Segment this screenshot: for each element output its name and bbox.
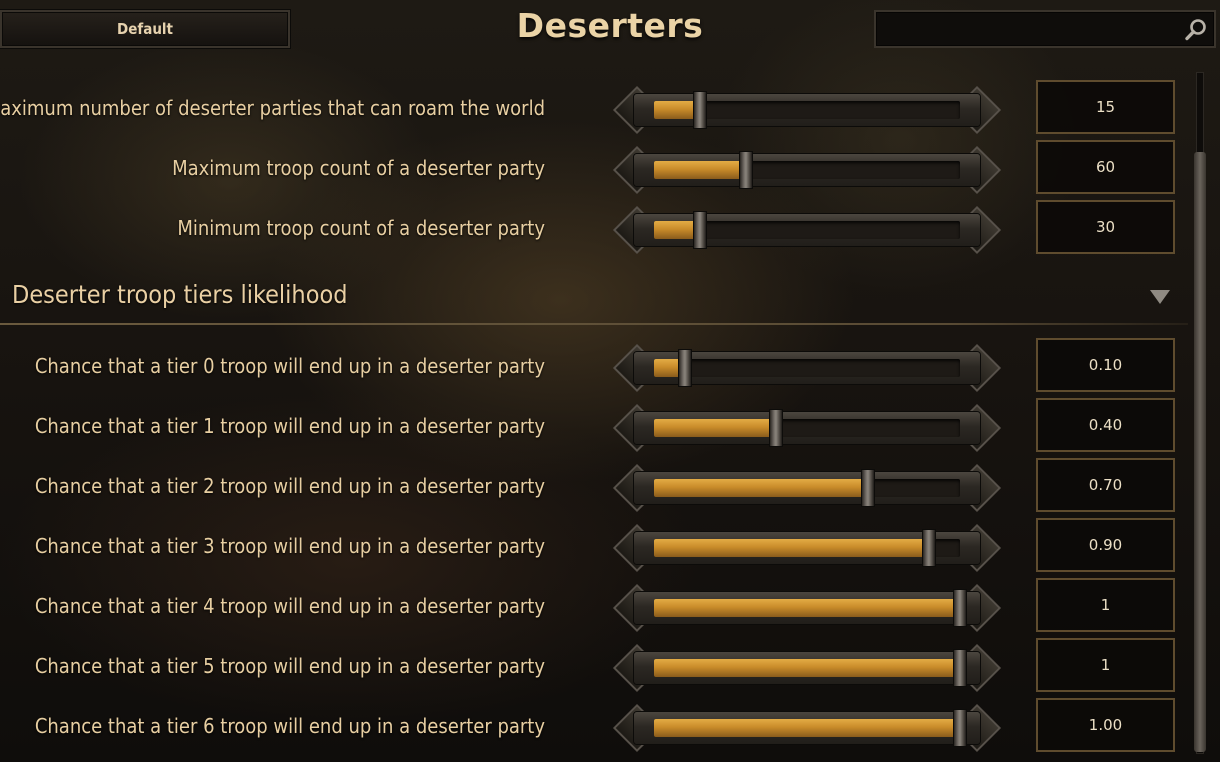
slider-handle[interactable] [953,649,967,687]
setting-value-field[interactable]: 0.40 [1036,398,1175,452]
setting-row: Chance that a tier 4 troop will end up i… [0,578,1185,634]
setting-slider[interactable] [612,523,1002,573]
setting-value-field[interactable]: 1 [1036,578,1175,632]
slider-groove [654,599,960,617]
slider-track[interactable] [634,412,980,444]
slider-groove [654,479,960,497]
slider-groove [654,419,960,437]
triangle-down-icon[interactable] [1150,290,1170,304]
setting-row: Chance that a tier 5 troop will end up i… [0,638,1185,694]
setting-row: Chance that a tier 2 troop will end up i… [0,458,1185,514]
setting-value-field[interactable]: 1.00 [1036,698,1175,752]
default-button[interactable]: Default [0,10,290,48]
slider-fill [654,479,868,497]
setting-row: Chance that a tier 3 troop will end up i… [0,518,1185,574]
slider-groove [654,161,960,179]
section-divider [0,323,1188,325]
slider-track[interactable] [634,94,980,126]
slider-handle[interactable] [678,349,692,387]
setting-row: Minimum troop count of a deserter party 3… [0,200,1185,256]
slider-fill [654,659,960,677]
section-header-tier-likelihood[interactable]: Deserter troop tiers likelihood [0,270,1190,326]
slider-handle[interactable] [922,529,936,567]
setting-value-field[interactable]: 15 [1036,80,1175,134]
slider-fill [654,419,776,437]
setting-slider[interactable] [612,463,1002,513]
setting-label: Maximum troop count of a deserter party [172,156,545,180]
setting-slider[interactable] [612,343,1002,393]
setting-value-field[interactable]: 0.70 [1036,458,1175,512]
setting-label: Chance that a tier 1 troop will end up i… [34,414,545,438]
setting-row: Chance that a tier 6 troop will end up i… [0,698,1185,754]
slider-groove [654,359,960,377]
setting-slider[interactable] [612,643,1002,693]
slider-handle[interactable] [739,151,753,189]
setting-row: Chance that a tier 1 troop will end up i… [0,398,1185,454]
slider-groove [654,659,960,677]
setting-value-field[interactable]: 0.90 [1036,518,1175,572]
slider-track[interactable] [634,214,980,246]
setting-slider[interactable] [612,403,1002,453]
setting-slider[interactable] [612,583,1002,633]
slider-track[interactable] [634,592,980,624]
setting-value-field[interactable]: 1 [1036,638,1175,692]
setting-slider[interactable] [612,205,1002,255]
setting-label: Chance that a tier 3 troop will end up i… [34,534,545,558]
slider-fill [654,599,960,617]
slider-handle[interactable] [769,409,783,447]
setting-label: Minimum troop count of a deserter party [177,216,545,240]
scrollbar-thumb[interactable] [1194,152,1206,752]
section-title: Deserter troop tiers likelihood [12,280,348,309]
slider-track[interactable] [634,652,980,684]
setting-value-field[interactable]: 0.10 [1036,338,1175,392]
slider-handle[interactable] [693,91,707,129]
setting-label: Maximum number of deserter parties that … [0,96,545,120]
slider-handle[interactable] [953,589,967,627]
setting-label: Chance that a tier 4 troop will end up i… [34,594,545,618]
search-box[interactable] [874,10,1216,48]
setting-slider[interactable] [612,85,1002,135]
slider-groove [654,539,960,557]
slider-fill [654,539,929,557]
setting-row: Maximum troop count of a deserter party 6… [0,140,1185,196]
slider-groove [654,719,960,737]
scrollbar[interactable] [1190,72,1210,754]
setting-label: Chance that a tier 0 troop will end up i… [34,354,545,378]
setting-value-field[interactable]: 30 [1036,200,1175,254]
slider-track[interactable] [634,712,980,744]
slider-handle[interactable] [861,469,875,507]
setting-slider[interactable] [612,703,1002,753]
slider-fill [654,719,960,737]
setting-label: Chance that a tier 2 troop will end up i… [34,474,545,498]
slider-track[interactable] [634,154,980,186]
search-input[interactable] [884,16,1178,44]
slider-fill [654,161,746,179]
setting-slider[interactable] [612,145,1002,195]
slider-handle[interactable] [693,211,707,249]
setting-value-field[interactable]: 60 [1036,140,1175,194]
slider-handle[interactable] [953,709,967,747]
setting-row: Maximum number of deserter parties that … [0,80,1185,136]
setting-label: Chance that a tier 6 troop will end up i… [34,714,545,738]
slider-track[interactable] [634,472,980,504]
setting-row: Chance that a tier 0 troop will end up i… [0,338,1185,394]
search-icon[interactable] [1184,18,1208,42]
setting-label: Chance that a tier 5 troop will end up i… [34,654,545,678]
